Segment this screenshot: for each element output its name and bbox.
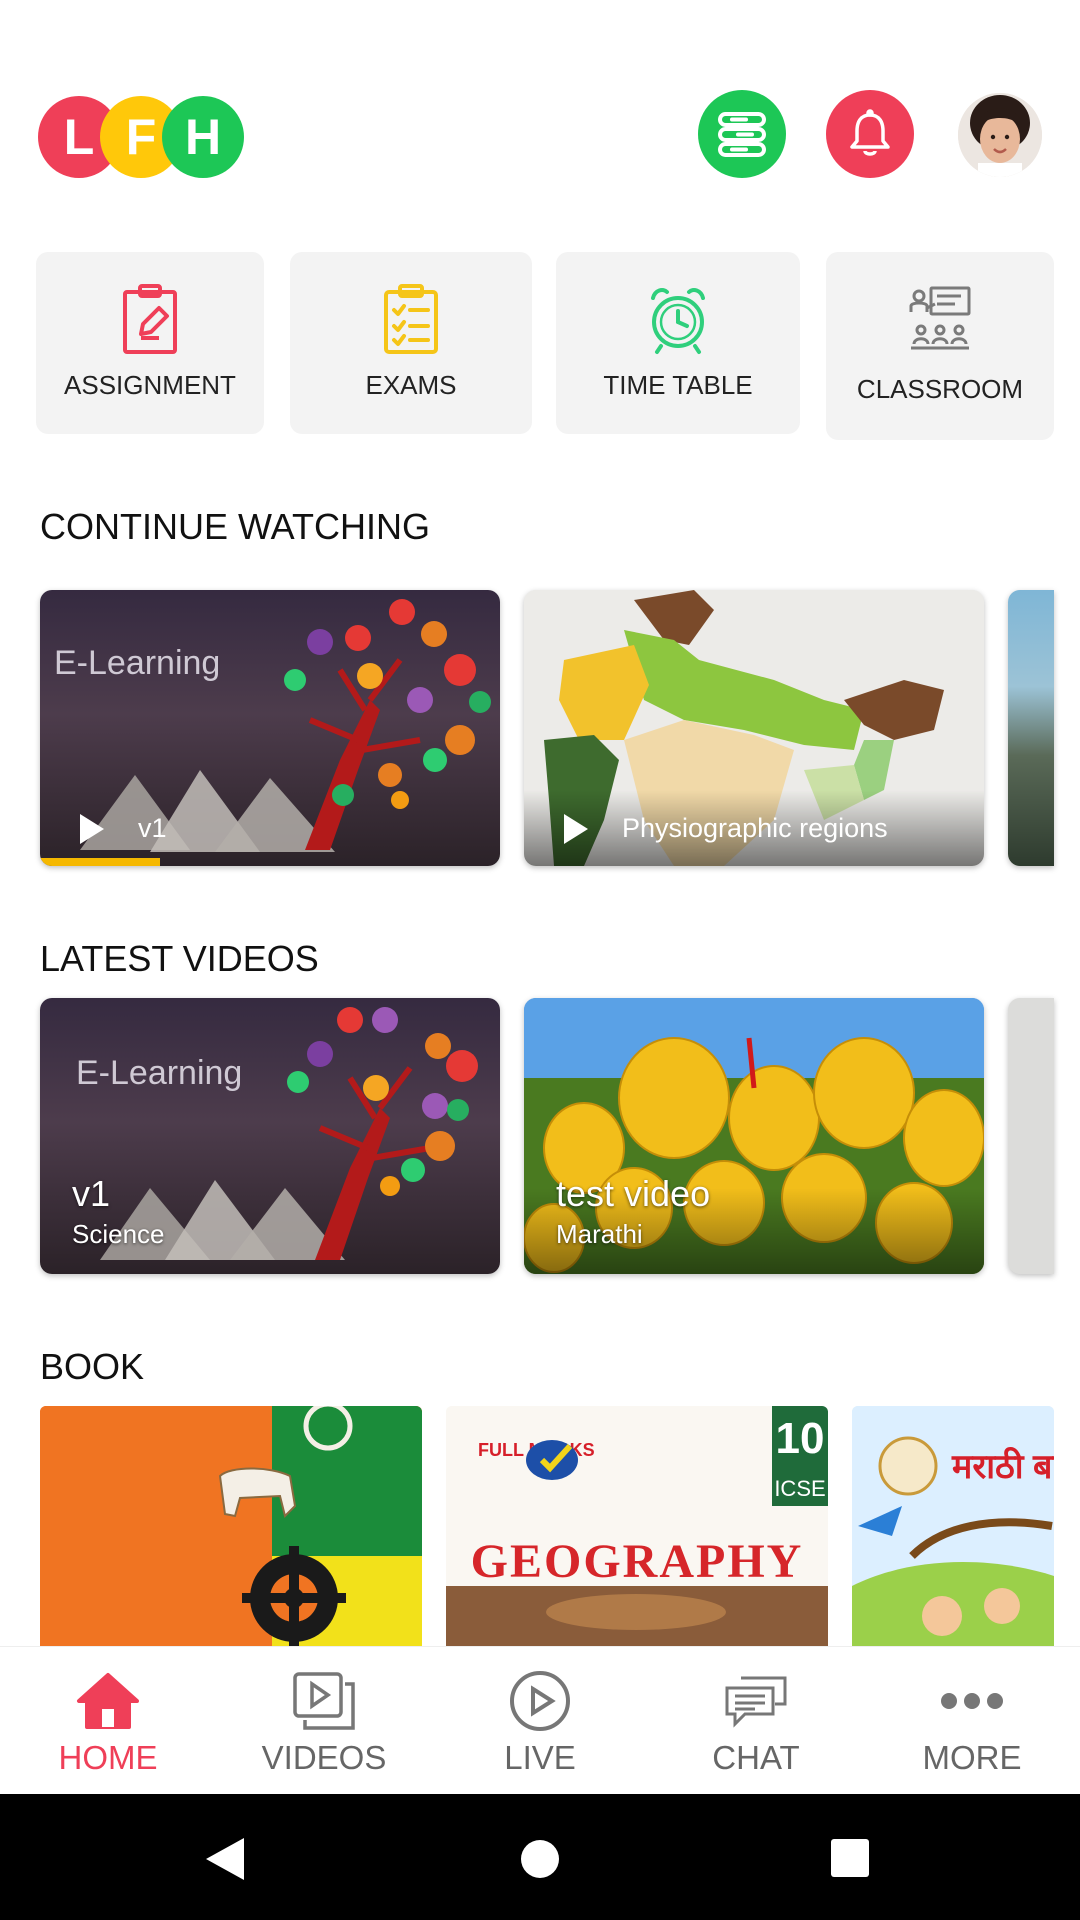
stack-menu-button[interactable]: [698, 90, 786, 178]
more-dots-icon: [937, 1669, 1007, 1733]
quick-action-classroom[interactable]: CLASSROOM: [826, 252, 1054, 440]
book-board-badge: ICSE: [774, 1476, 826, 1501]
video-caption: test video Marathi: [556, 1173, 710, 1250]
home-icon: [73, 1669, 143, 1733]
logo-letter-h: H: [162, 96, 244, 178]
system-navigation-bar: [0, 1794, 1080, 1920]
alarm-clock-icon: [651, 288, 705, 354]
book-card-partial[interactable]: मराठी बालभा: [852, 1406, 1054, 1646]
classroom-icon: [909, 286, 971, 350]
latest-video-card-partial[interactable]: [1008, 998, 1054, 1274]
continue-video-card[interactable]: E-Learning v1: [40, 590, 500, 866]
clipboard-checklist-icon: [384, 284, 438, 354]
watch-progress-bar: [40, 858, 160, 866]
video-title: v1: [138, 813, 167, 843]
lfh-logo[interactable]: L F H: [38, 96, 248, 178]
book-cover-title: GEOGRAPHY: [470, 1535, 804, 1588]
bell-icon: [850, 109, 890, 156]
latest-video-card[interactable]: E-Learning v1 Science: [40, 998, 500, 1274]
nav-label: MORE: [922, 1739, 1022, 1776]
video-title: test video: [556, 1173, 711, 1214]
play-row[interactable]: Physiographic regions: [564, 813, 888, 844]
quick-action-assignment[interactable]: ASSIGNMENT: [36, 252, 264, 434]
stack-icon: [718, 112, 766, 157]
play-row[interactable]: v1: [80, 813, 167, 844]
book-card[interactable]: FULL MARKS 10 ICSE GEOGRAPHY: [446, 1406, 828, 1646]
nav-label: LIVE: [504, 1739, 576, 1776]
quick-action-label: ASSIGNMENT: [64, 370, 236, 400]
back-triangle-icon[interactable]: [204, 1836, 246, 1882]
play-icon: [80, 813, 104, 844]
nav-label: HOME: [58, 1739, 158, 1776]
quick-action-label: CLASSROOM: [856, 374, 1024, 404]
chat-icon: [721, 1669, 791, 1733]
quick-action-label: EXAMS: [365, 370, 457, 400]
nav-label: VIDEOS: [261, 1739, 387, 1776]
continue-watching-title: CONTINUE WATCHING: [40, 506, 430, 547]
app-header: L F H: [0, 0, 1080, 240]
quick-action-timetable[interactable]: TIME TABLE: [556, 252, 800, 434]
play-circle-icon: [505, 1669, 575, 1733]
home-circle-icon[interactable]: [519, 1838, 561, 1880]
latest-video-card[interactable]: test video Marathi: [524, 998, 984, 1274]
video-title: v1: [72, 1173, 111, 1214]
nav-home[interactable]: HOME: [0, 1647, 216, 1795]
recents-square-icon[interactable]: [830, 1838, 870, 1878]
thumbnail-text: E-Learning: [76, 1054, 242, 1092]
videos-icon: [289, 1669, 359, 1733]
profile-avatar[interactable]: [958, 93, 1042, 177]
latest-videos-title: LATEST VIDEOS: [40, 938, 319, 979]
book-card[interactable]: [40, 1406, 422, 1646]
thumbnail-text: E-Learning: [54, 644, 220, 682]
nav-label: CHAT: [712, 1739, 800, 1776]
book-cover-title: मराठी बालभा: [952, 1448, 1054, 1486]
book-title: BOOK: [40, 1346, 145, 1387]
assignment-icon: [123, 284, 177, 354]
continue-video-card[interactable]: Physiographic regions: [524, 590, 984, 866]
avatar-image: [958, 93, 1042, 177]
quick-action-exams[interactable]: EXAMS: [290, 252, 532, 434]
bottom-navigation: HOME VIDEOS LIVE CHAT MORE: [0, 1646, 1080, 1794]
geography-cover-art: FULL MARKS: [446, 1406, 828, 1646]
play-icon: [564, 813, 588, 844]
video-subject: Marathi: [556, 1219, 643, 1249]
book-cover-emblem: [40, 1406, 422, 1646]
nav-chat[interactable]: CHAT: [648, 1647, 864, 1795]
nav-videos[interactable]: VIDEOS: [216, 1647, 432, 1795]
nav-live[interactable]: LIVE: [432, 1647, 648, 1795]
notifications-button[interactable]: [826, 90, 914, 178]
quick-action-label: TIME TABLE: [603, 370, 753, 400]
video-caption: v1 Science: [72, 1173, 165, 1250]
video-title: Physiographic regions: [622, 813, 888, 843]
video-subject: Science: [72, 1219, 165, 1249]
book-grade-badge: 10: [775, 1414, 825, 1463]
nav-more[interactable]: MORE: [864, 1647, 1080, 1795]
continue-video-card-partial[interactable]: [1008, 590, 1054, 866]
